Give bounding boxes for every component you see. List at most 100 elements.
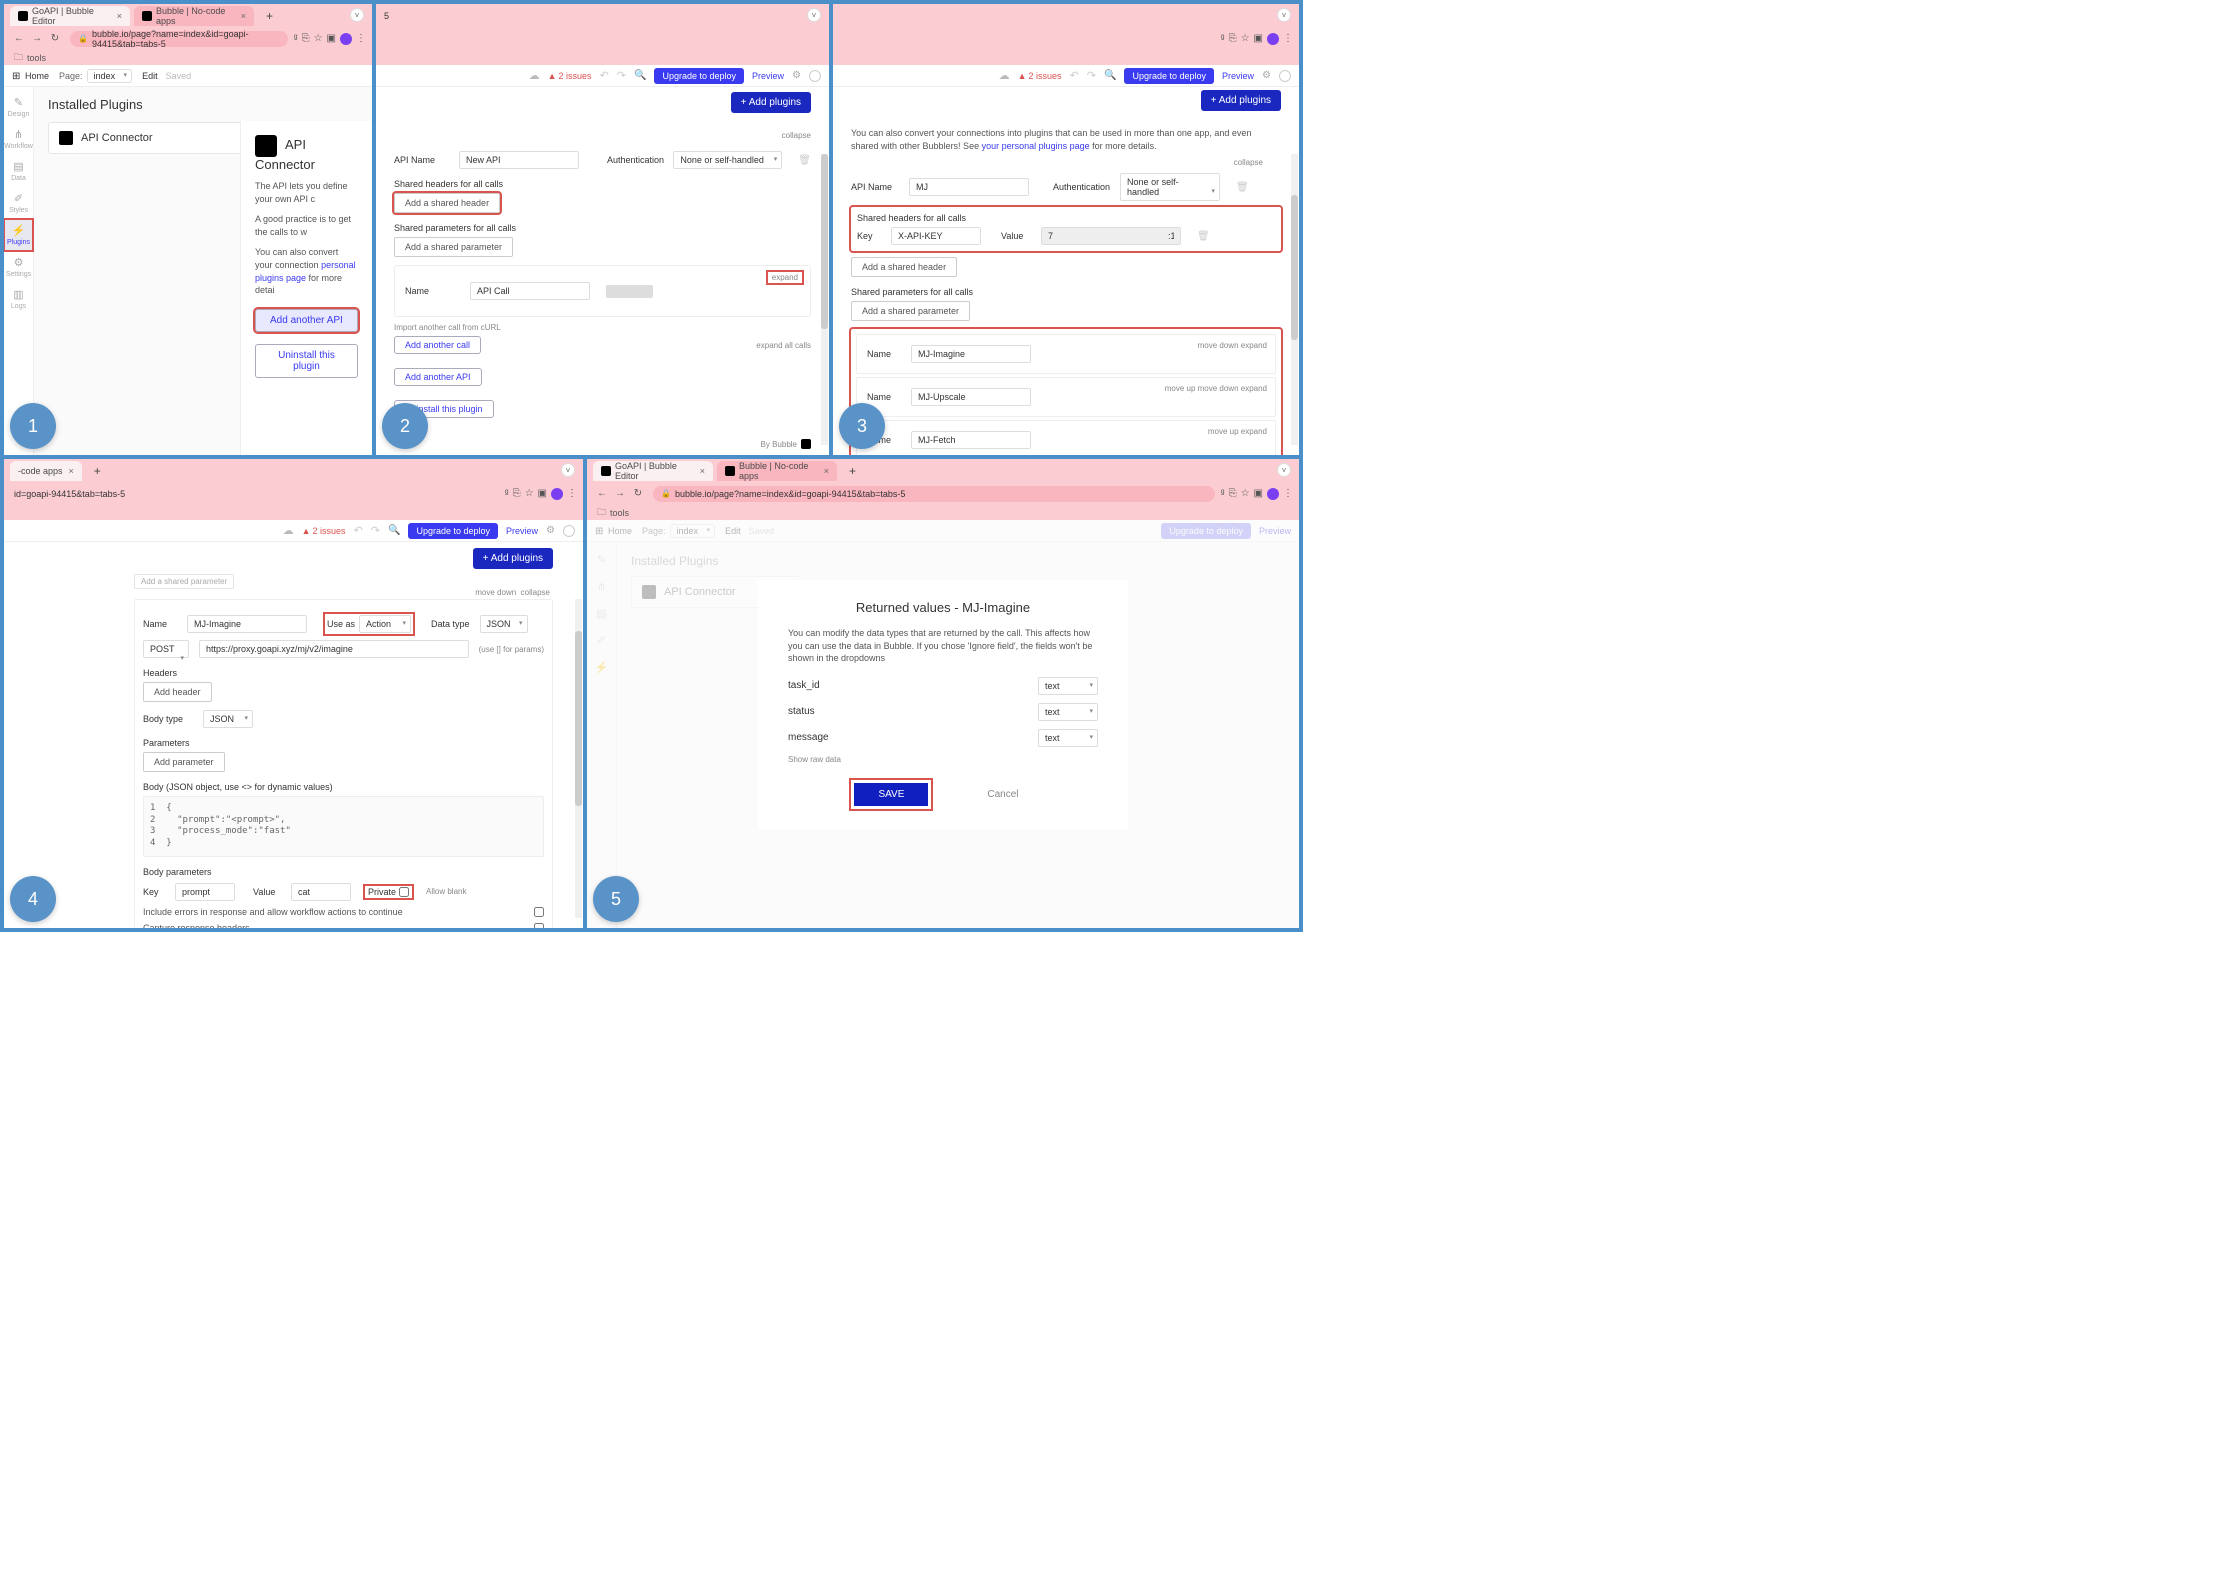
add-plugins-button[interactable]: + Add plugins (1201, 90, 1281, 111)
gtranslate-icon[interactable]: ᵍ (294, 33, 298, 44)
bp-key-input[interactable] (175, 883, 235, 901)
save-button[interactable]: SAVE (854, 783, 928, 806)
deploy-button[interactable]: Upgrade to deploy (1124, 68, 1214, 84)
kebab-icon[interactable]: ⋮ (1283, 488, 1293, 499)
add-another-api-button[interactable]: Add another API (394, 368, 482, 386)
star-icon[interactable]: ☆ (314, 33, 323, 44)
tab-overflow-icon[interactable]: ˅ (1277, 463, 1291, 477)
data-type-select[interactable]: JSON (480, 615, 528, 633)
share-icon[interactable]: ⎘ (302, 33, 310, 44)
issues-indicator[interactable]: ▲ 2 issues (302, 526, 346, 536)
back-icon[interactable]: ← (595, 487, 609, 501)
header-key-input[interactable] (891, 227, 981, 245)
gear-icon[interactable]: ⚙ (546, 525, 555, 536)
uninstall-plugin-button[interactable]: Uninstall this plugin (255, 344, 358, 378)
add-shared-parameter-button[interactable]: Add a shared parameter (851, 301, 970, 321)
profile-avatar[interactable] (551, 488, 563, 500)
collapse-link[interactable]: collapse (782, 131, 811, 140)
issues-indicator[interactable]: ▲ 2 issues (548, 71, 592, 81)
back-icon[interactable]: ← (12, 32, 26, 46)
add-plugins-button[interactable]: + Add plugins (473, 548, 553, 569)
add-another-api-button[interactable]: Add another API (255, 309, 358, 332)
sidebar-item-plugins[interactable]: ⚡Plugins (4, 219, 33, 251)
close-tab-icon[interactable]: × (241, 11, 246, 21)
kebab-icon[interactable]: ⋮ (356, 33, 366, 44)
cloud-icon[interactable]: ☁ (283, 524, 294, 537)
close-tab-icon[interactable]: × (824, 466, 829, 476)
redo-icon[interactable]: ↷ (371, 524, 380, 537)
scrollbar[interactable] (821, 154, 828, 445)
star-icon[interactable]: ☆ (1241, 33, 1250, 44)
undo-icon[interactable]: ↶ (1070, 69, 1079, 82)
import-curl-link[interactable]: Import another call from cURL (394, 323, 811, 332)
scrollbar-thumb[interactable] (821, 154, 828, 329)
call-controls[interactable]: move down expand (1198, 341, 1267, 350)
call-name-input[interactable] (911, 388, 1031, 406)
add-shared-header-button[interactable]: Add a shared header (851, 257, 957, 277)
profile-avatar[interactable] (1267, 33, 1279, 45)
extensions-icon[interactable]: ▣ (538, 488, 547, 499)
method-select[interactable]: POST (143, 640, 189, 658)
sidebar-item-styles[interactable]: ✐Styles (4, 187, 33, 219)
trash-icon[interactable]: 🗑 (1236, 182, 1249, 193)
scrollbar[interactable] (1291, 154, 1298, 445)
trash-icon[interactable]: 🗑 (1197, 231, 1210, 242)
call-name-input[interactable] (911, 431, 1031, 449)
site-info-icon[interactable]: 🔒 (78, 34, 88, 43)
browser-tab[interactable]: -code apps× (10, 461, 82, 481)
add-parameter-button[interactable]: Add parameter (143, 752, 225, 772)
folder-icon[interactable]: 🗀 (14, 50, 23, 66)
user-avatar[interactable] (1279, 70, 1291, 82)
profile-avatar[interactable] (1267, 488, 1279, 500)
collapse-link[interactable]: collapse (521, 588, 550, 597)
auth-select[interactable]: None or self-handled (673, 151, 782, 169)
collapse-link[interactable]: collapse (1234, 158, 1263, 167)
api-name-input[interactable] (909, 178, 1029, 196)
gtranslate-icon[interactable]: ᵍ (1221, 33, 1225, 44)
sidebar-item-logs[interactable]: ▥Logs (4, 283, 33, 315)
undo-icon[interactable]: ↶ (354, 524, 363, 537)
gtranslate-icon[interactable]: ᵍ (1221, 488, 1225, 499)
star-icon[interactable]: ☆ (1241, 488, 1250, 499)
add-shared-parameter-button[interactable]: Add a shared parameter (394, 237, 513, 257)
edit-mode[interactable]: Edit (142, 71, 158, 81)
tab-overflow-icon[interactable]: ˅ (561, 463, 575, 477)
issues-indicator[interactable]: ▲ 2 issues (1018, 71, 1062, 81)
close-tab-icon[interactable]: × (117, 11, 122, 21)
deploy-button[interactable]: Upgrade to deploy (408, 523, 498, 539)
expand-all-link[interactable]: expand all calls (756, 341, 811, 350)
field-type-select[interactable]: text (1038, 703, 1098, 721)
body-type-select[interactable]: JSON (203, 710, 253, 728)
endpoint-input[interactable] (199, 640, 469, 658)
bp-value-input[interactable] (291, 883, 351, 901)
preview-link[interactable]: Preview (1222, 71, 1254, 81)
call-controls[interactable]: move up expand (1208, 427, 1267, 436)
plugin-list-item[interactable]: API Connector (48, 122, 248, 154)
star-icon[interactable]: ☆ (525, 488, 534, 499)
gear-icon[interactable]: ⚙ (1262, 70, 1271, 81)
redo-icon[interactable]: ↷ (617, 69, 626, 82)
private-checkbox[interactable] (399, 887, 409, 897)
kebab-icon[interactable]: ⋮ (567, 488, 577, 499)
call-name-input[interactable] (911, 345, 1031, 363)
personal-plugins-link[interactable]: your personal plugins page (982, 141, 1090, 151)
expand-link[interactable]: expand (768, 272, 802, 283)
add-shared-header-button[interactable]: Add a shared header (394, 193, 500, 213)
tab-overflow-icon[interactable]: ˅ (1277, 8, 1291, 22)
browser-tab-1[interactable]: GoAPI | Bubble Editor× (593, 461, 713, 481)
site-info-icon[interactable]: 🔒 (661, 489, 671, 498)
cloud-icon[interactable]: ☁ (529, 69, 540, 82)
auth-select[interactable]: None or self-handled (1120, 173, 1220, 201)
show-raw-link[interactable]: Show raw data (788, 755, 1098, 764)
address-bar[interactable]: 🔒bubble.io/page?name=index&id=goapi-9441… (653, 486, 1215, 502)
new-tab-button[interactable]: + (841, 461, 864, 481)
search-icon[interactable]: 🔍 (388, 525, 400, 536)
cloud-icon[interactable]: ☁ (999, 69, 1010, 82)
header-value-input[interactable] (1041, 227, 1181, 245)
browser-tab-2[interactable]: Bubble | No-code apps× (717, 461, 837, 481)
share-icon[interactable]: ⎘ (1229, 488, 1237, 499)
deploy-button[interactable]: Upgrade to deploy (654, 68, 744, 84)
reload-icon[interactable]: ↻ (631, 487, 645, 501)
browser-tab-2[interactable]: Bubble | No-code apps× (134, 6, 254, 26)
redo-icon[interactable]: ↷ (1087, 69, 1096, 82)
